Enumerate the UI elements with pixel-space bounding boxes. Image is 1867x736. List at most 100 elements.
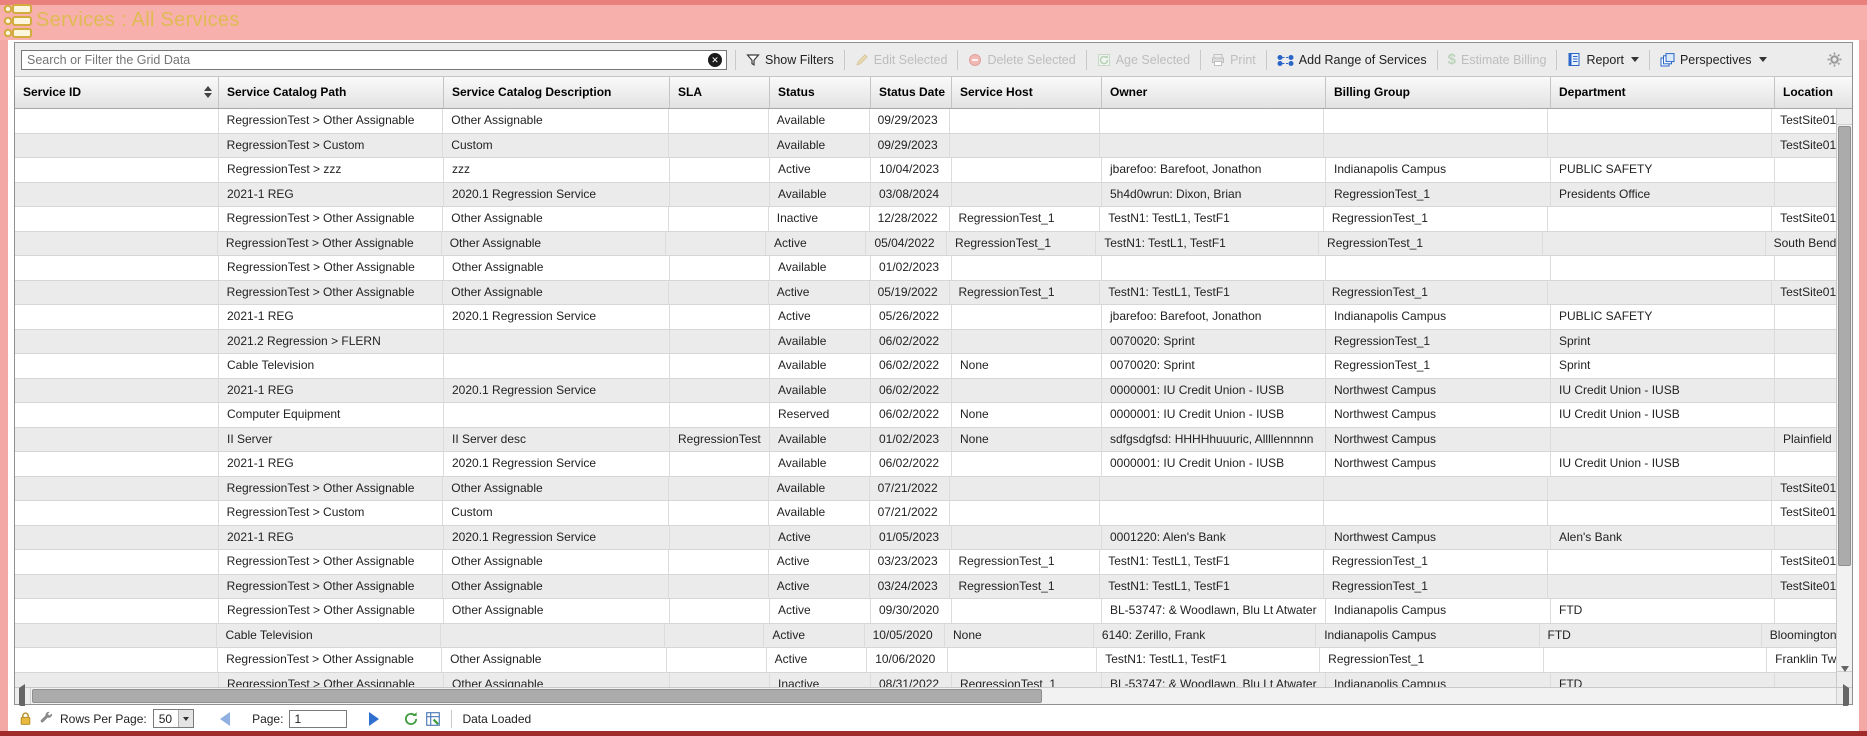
table-cell: IU Credit Union - IUSB	[1551, 379, 1775, 403]
range-icon	[1277, 53, 1294, 67]
search-input[interactable]	[21, 50, 727, 70]
table-row[interactable]: RegressionTest > CustomCustomAvailable09…	[15, 134, 1836, 159]
table-cell: 09/29/2023	[870, 134, 951, 158]
table-cell	[15, 232, 218, 256]
table-cell: TestN1: TestL1, TestF1	[1100, 575, 1324, 599]
column-header-department[interactable]: Department	[1551, 77, 1775, 108]
table-cell: Active	[767, 648, 868, 672]
table-cell: Active	[764, 624, 864, 648]
table-row[interactable]: Computer EquipmentReserved06/02/2022None…	[15, 403, 1836, 428]
table-cell: 06/02/2022	[871, 403, 952, 427]
table-row[interactable]: RegressionTest > Other AssignableOther A…	[15, 207, 1836, 232]
add-range-of-services-button[interactable]: Add Range of Services	[1271, 53, 1433, 67]
table-cell: 05/04/2022	[866, 232, 947, 256]
table-cell: TestN1: TestL1, TestF1	[1100, 550, 1324, 574]
table-cell	[1100, 477, 1324, 501]
status-text: Data Loaded	[462, 712, 531, 726]
table-row[interactable]: II ServerII Server descRegressionTestAva…	[15, 428, 1836, 453]
table-cell	[670, 526, 770, 550]
table-row[interactable]: RegressionTest > Other AssignableOther A…	[15, 648, 1836, 673]
column-header-service-catalog-description[interactable]: Service Catalog Description	[444, 77, 670, 108]
column-header-status[interactable]: Status	[770, 77, 871, 108]
next-page-button[interactable]	[369, 712, 379, 726]
table-cell: Other Assignable	[443, 281, 669, 305]
table-cell	[670, 305, 770, 329]
table-cell: 0070020: Sprint	[1102, 330, 1326, 354]
column-header-billing-group[interactable]: Billing Group	[1326, 77, 1551, 108]
table-cell: Other Assignable	[443, 477, 669, 501]
grid-settings-button[interactable]	[1823, 52, 1846, 67]
report-button[interactable]: Report	[1561, 52, 1645, 67]
table-row[interactable]: RegressionTest > Other AssignableOther A…	[15, 673, 1836, 688]
table-cell: 2021-1 REG	[219, 183, 444, 207]
table-row[interactable]: 2021.2 Regression > FLERNAvailable06/02/…	[15, 330, 1836, 355]
column-header-service-host[interactable]: Service Host	[952, 77, 1102, 108]
table-cell: RegressionTest_1	[1324, 281, 1549, 305]
vertical-scrollbar[interactable]	[1836, 109, 1852, 687]
page-number-input[interactable]	[289, 710, 347, 728]
table-cell	[952, 452, 1102, 476]
table-row[interactable]: RegressionTest > Other AssignableOther A…	[15, 256, 1836, 281]
table-row[interactable]: 2021-1 REG2020.1 Regression ServiceActiv…	[15, 305, 1836, 330]
table-row[interactable]: RegressionTest > Other AssignableOther A…	[15, 550, 1836, 575]
vertical-scroll-thumb[interactable]	[1838, 126, 1851, 566]
table-row[interactable]: RegressionTest > Other AssignableOther A…	[15, 109, 1836, 134]
previous-page-button[interactable]	[220, 712, 230, 726]
column-header-sla[interactable]: SLA	[670, 77, 770, 108]
table-cell: RegressionTest > Other Assignable	[219, 109, 444, 133]
table-cell: Inactive	[769, 207, 870, 231]
table-row[interactable]: 2021-1 REG2020.1 Regression ServiceAvail…	[15, 452, 1836, 477]
table-row[interactable]: 2021-1 REG2020.1 Regression ServiceAvail…	[15, 379, 1836, 404]
table-cell: RegressionTest > Other Assignable	[219, 550, 444, 574]
rows-per-page-select[interactable]: 50	[153, 709, 194, 728]
table-cell: Sprint	[1551, 330, 1775, 354]
perspectives-button[interactable]: Perspectives	[1654, 53, 1773, 67]
table-cell: Custom	[443, 501, 669, 525]
table-cell: Northwest Campus	[1326, 403, 1551, 427]
table-row[interactable]: RegressionTest > Other AssignableOther A…	[15, 575, 1836, 600]
clear-search-icon[interactable]: ✕	[708, 53, 722, 67]
table-row[interactable]: Cable TelevisionActive10/05/2020None6140…	[15, 624, 1836, 649]
table-row[interactable]: 2021-1 REG2020.1 Regression ServiceAvail…	[15, 183, 1836, 208]
table-row[interactable]: 2021-1 REG2020.1 Regression ServiceActiv…	[15, 526, 1836, 551]
table-row[interactable]: RegressionTest > zzzzzzActive10/04/2023j…	[15, 158, 1836, 183]
table-cell	[670, 354, 770, 378]
table-cell: Available	[770, 330, 871, 354]
table-row[interactable]: RegressionTest > Other AssignableOther A…	[15, 281, 1836, 306]
lock-icon[interactable]	[18, 711, 33, 726]
table-cell: RegressionTest_1	[947, 232, 1096, 256]
table-cell: 2021-1 REG	[219, 305, 444, 329]
column-header-service-id[interactable]: Service ID	[15, 77, 219, 108]
table-cell: TestSite01	[1772, 501, 1836, 525]
column-header-location[interactable]: Location	[1775, 77, 1852, 108]
scroll-left-button[interactable]	[15, 688, 31, 704]
export-grid-icon[interactable]	[425, 711, 441, 727]
table-cell: TestN1: TestL1, TestF1	[1100, 281, 1324, 305]
horizontal-scroll-thumb[interactable]	[32, 689, 1042, 703]
show-filters-button[interactable]: Show Filters	[740, 53, 840, 67]
table-cell: RegressionTest > Other Assignable	[219, 575, 444, 599]
column-header-service-catalog-path[interactable]: Service Catalog Path	[219, 77, 444, 108]
table-row[interactable]: Cable TelevisionAvailable06/02/2022None0…	[15, 354, 1836, 379]
refresh-icon[interactable]	[403, 711, 419, 727]
table-cell: Other Assignable	[444, 673, 670, 688]
table-cell	[1100, 501, 1324, 525]
sort-indicator-icon[interactable]	[204, 86, 212, 98]
table-row[interactable]: RegressionTest > CustomCustomAvailable07…	[15, 501, 1836, 526]
column-header-status-date[interactable]: Status Date	[871, 77, 952, 108]
table-row[interactable]: RegressionTest > Other AssignableOther A…	[15, 477, 1836, 502]
table-body: RegressionTest > Other Assignable Other A…	[15, 109, 1852, 687]
chevron-down-icon	[1759, 57, 1767, 62]
table-row[interactable]: RegressionTest > Other AssignableOther A…	[15, 232, 1836, 257]
table-row[interactable]: RegressionTest > Other AssignableOther A…	[15, 599, 1836, 624]
column-header-owner[interactable]: Owner	[1102, 77, 1326, 108]
scroll-right-button[interactable]	[1836, 688, 1852, 704]
table-cell: Cable Television	[217, 624, 440, 648]
wrench-icon[interactable]	[39, 711, 54, 726]
table-rows: RegressionTest > Other Assignable Other A…	[15, 109, 1836, 687]
table-cell	[952, 599, 1102, 623]
table-cell	[950, 109, 1100, 133]
scroll-up-button[interactable]	[1837, 109, 1852, 125]
table-cell: 03/24/2023	[870, 575, 951, 599]
horizontal-scrollbar[interactable]	[15, 687, 1852, 704]
